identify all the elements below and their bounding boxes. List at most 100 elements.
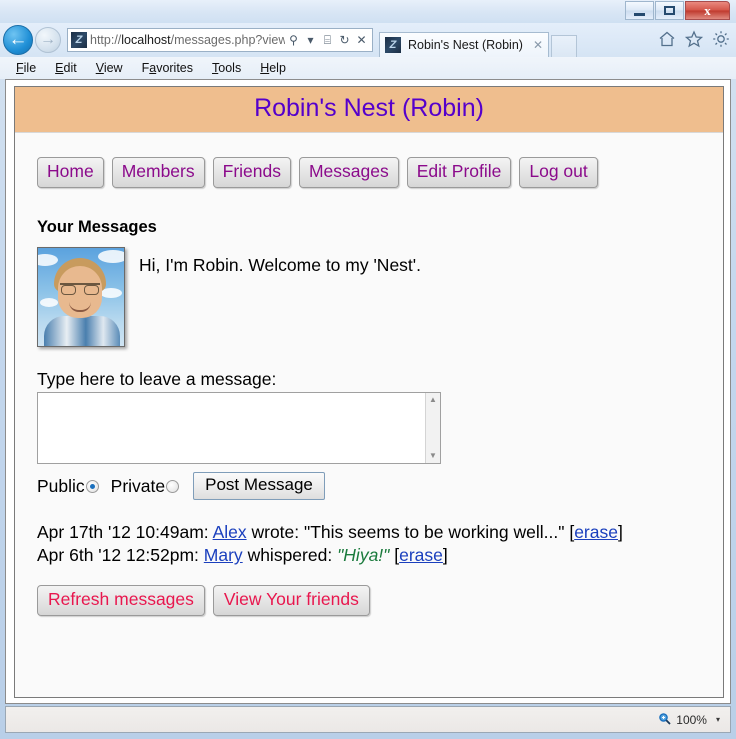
close-button[interactable]: x [685, 1, 730, 20]
status-bar: 100% ▾ [5, 706, 731, 733]
message-item: Apr 17th '12 10:49am: Alex wrote: "This … [37, 521, 637, 543]
menu-file-rest: ile [23, 61, 37, 75]
menu-view-rest: iew [103, 61, 123, 75]
message-author-link[interactable]: Mary [204, 545, 243, 565]
message-verb: whispered: [247, 545, 333, 566]
menu-item-favorites[interactable]: Favorites [142, 61, 193, 75]
new-tab-button[interactable] [551, 35, 577, 57]
menu-favorites-rest: vorites [156, 61, 194, 75]
erase-bracket-close: ] [442, 545, 448, 566]
close-icon: x [704, 2, 711, 18]
profile-photo [37, 247, 125, 347]
url-path: /messages.php?view [170, 33, 285, 47]
tab-close-icon[interactable]: ✕ [533, 38, 543, 52]
nav-button-messages[interactable]: Messages [298, 157, 399, 188]
profile-row: Hi, I'm Robin. Welcome to my 'Nest'. [37, 247, 723, 347]
nav-button-log-out[interactable]: Log out [519, 157, 598, 188]
compose-label: Type here to leave a message: [37, 369, 277, 389]
back-button[interactable]: ← [3, 25, 33, 55]
menu-view-accel: V [95, 61, 104, 75]
message-timestamp: Apr 6th '12 12:52pm: [37, 545, 199, 566]
web-page: Robin's Nest (Robin) Home Members Friend… [14, 86, 724, 698]
erase-bracket-close: ] [617, 522, 623, 542]
url-prefix: http:// [90, 33, 122, 47]
menu-item-help[interactable]: Help [260, 61, 286, 75]
minimize-button[interactable] [625, 1, 654, 20]
public-radio-label: Public [37, 475, 85, 496]
messages-heading: Your Messages [37, 218, 157, 236]
search-icon[interactable]: ⚲ [285, 30, 302, 50]
message-timestamp: Apr 17th '12 10:49am: [37, 522, 209, 542]
public-radio[interactable] [85, 479, 99, 493]
forward-button[interactable]: → [35, 27, 61, 53]
menu-edit-rest: dit [63, 61, 77, 75]
tab-title: Robin's Nest (Robin) [408, 38, 523, 52]
view-friends-button[interactable]: View Your friends [212, 584, 370, 616]
zoom-control[interactable]: 100% ▾ [658, 712, 720, 728]
message-verb: wrote: [251, 522, 300, 542]
url-host: localhost [121, 33, 171, 47]
page-viewport: Robin's Nest (Robin) Home Members Friend… [5, 79, 731, 704]
gear-icon[interactable] [711, 29, 731, 49]
menu-item-edit[interactable]: Edit [55, 61, 77, 75]
message-erase-link[interactable]: erase [399, 545, 443, 565]
menu-help-accel: H [260, 61, 270, 75]
title-bar: x [0, 0, 736, 23]
address-bar[interactable]: Z http://localhost/messages.php?view ⚲ ▾… [67, 28, 373, 52]
forward-arrow-icon: → [40, 31, 56, 48]
message-author-link[interactable]: Alex [213, 522, 247, 542]
zoom-icon [658, 712, 671, 728]
stop-icon[interactable]: ✕ [353, 30, 370, 50]
star-icon[interactable] [684, 29, 704, 49]
page-content: Your Messages Hi, I'm Robin. Welcome to … [15, 218, 723, 616]
browser-tab[interactable]: Z Robin's Nest (Robin) ✕ [379, 32, 549, 57]
tab-favicon-icon: Z [385, 37, 401, 53]
nav-button-members[interactable]: Members [111, 157, 205, 188]
menu-help-rest: elp [269, 61, 286, 75]
url-text: http://localhost/messages.php?view [90, 33, 285, 47]
private-radio-label: Private [110, 475, 166, 496]
minimize-icon [634, 12, 645, 16]
menu-tools-rest: ools [218, 61, 242, 75]
chevron-down-icon[interactable]: ▾ [302, 30, 319, 50]
maximize-button[interactable] [655, 1, 684, 20]
maximize-icon [664, 6, 675, 15]
message-item: Apr 6th '12 12:52pm: Mary whispered: "Hi… [37, 544, 637, 566]
navigation-toolbar: ← → Z http://localhost/messages.php?view… [0, 23, 736, 57]
message-body: "Hiya!" [337, 545, 390, 566]
message-body: "This seems to be working well..." [304, 522, 565, 542]
menu-item-file[interactable]: File [16, 61, 36, 75]
private-radio[interactable] [166, 479, 180, 493]
menu-file-accel: F [16, 61, 24, 75]
privacy-options: Public Private Post Message [37, 472, 723, 500]
window-controls: x [624, 1, 730, 20]
home-icon[interactable] [657, 29, 677, 49]
profile-greeting: Hi, I'm Robin. Welcome to my 'Nest'. [139, 255, 421, 275]
message-erase-link[interactable]: erase [574, 522, 618, 542]
scroll-up-icon[interactable]: ▲ [429, 396, 437, 404]
message-list: Apr 17th '12 10:49am: Alex wrote: "This … [37, 521, 637, 567]
menu-item-view[interactable]: View [96, 61, 123, 75]
refresh-messages-button[interactable]: Refresh messages [37, 584, 205, 616]
bottom-buttons: Refresh messages View Your friends [37, 584, 723, 616]
scroll-down-icon[interactable]: ▼ [429, 452, 437, 460]
site-header: Robin's Nest (Robin) [15, 87, 723, 133]
compatibility-view-icon[interactable]: ⌸ [319, 30, 336, 50]
message-input[interactable] [38, 393, 423, 463]
site-navigation: Home Members Friends Messages Edit Profi… [15, 133, 723, 188]
page-title: Robin's Nest (Robin) [254, 94, 484, 122]
menu-bar: File Edit View Favorites Tools Help [0, 57, 736, 79]
browser-toolbar-icons [657, 29, 731, 49]
browser-window: x ← → Z http://localhost/messages.php?vi… [0, 0, 736, 739]
tab-strip: Z Robin's Nest (Robin) ✕ [379, 23, 577, 57]
nav-button-friends[interactable]: Friends [212, 157, 291, 188]
compose-scrollbar[interactable]: ▲ ▼ [425, 393, 440, 463]
zoom-level: 100% [676, 712, 707, 727]
nav-button-edit-profile[interactable]: Edit Profile [406, 157, 512, 188]
menu-item-tools[interactable]: Tools [212, 61, 241, 75]
post-message-button[interactable]: Post Message [193, 472, 325, 500]
refresh-icon[interactable]: ↻ [336, 30, 353, 50]
page-favicon-icon: Z [71, 32, 87, 48]
chevron-down-icon[interactable]: ▾ [716, 715, 720, 724]
nav-button-home[interactable]: Home [37, 157, 104, 188]
